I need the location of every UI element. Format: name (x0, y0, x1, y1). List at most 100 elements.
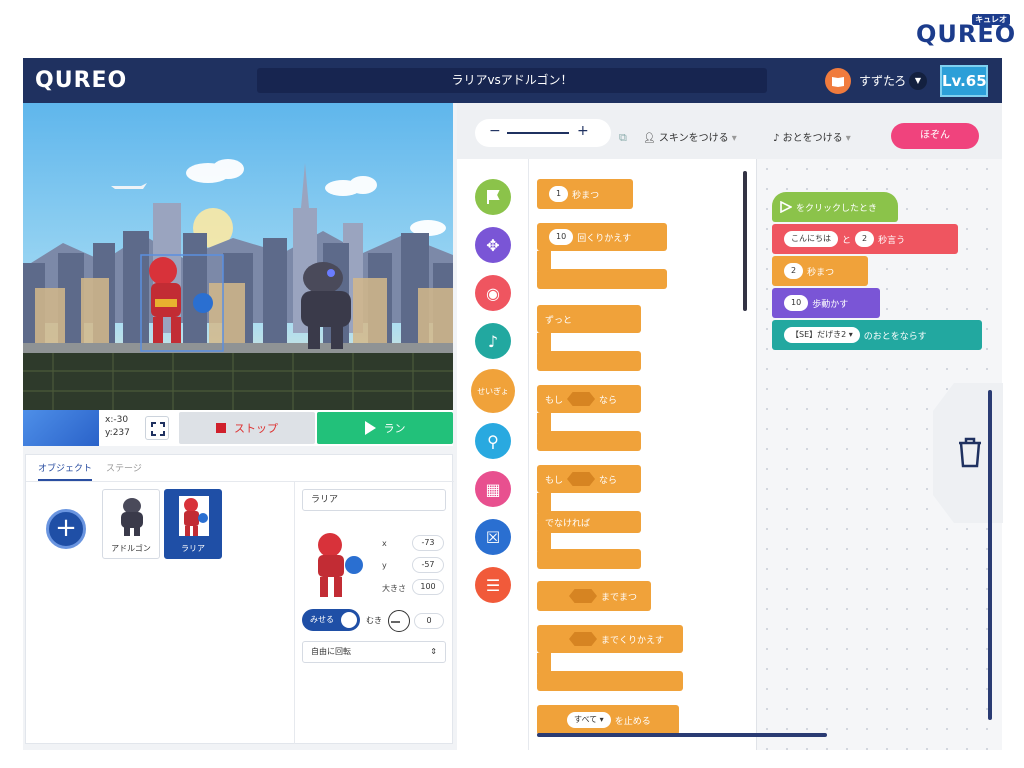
music-note-icon: ♪ (773, 133, 780, 144)
move-steps-input[interactable]: 10 (784, 295, 809, 311)
stop-target-select[interactable]: すべて ▾ (567, 712, 611, 728)
stop-button[interactable]: ストップ (179, 412, 315, 444)
ralia-thumbnail-icon (179, 496, 209, 536)
zoom-out-button[interactable]: − (489, 123, 501, 139)
add-object-button[interactable]: + (46, 509, 86, 549)
wait-seconds-input[interactable]: 2 (784, 263, 804, 279)
code-editor: − + ⧉ 👤︎ スキンをつける ▾ ♪ おとをつける ▾ ほぞん ✥ ◉ ♪ … (457, 103, 1003, 750)
project-title[interactable]: ラリアvsアドルゴン！ (257, 68, 767, 93)
sprite-label: ラリア (181, 544, 205, 553)
tab-object[interactable]: オブジェクト (38, 461, 93, 481)
direction-field[interactable]: 0 (414, 613, 444, 629)
rotation-style-value: 自由に回転 (311, 647, 351, 656)
mouse-x-readout: x:-30 (105, 415, 129, 425)
panel-divider (294, 482, 295, 744)
editor-toolbar: − + ⧉ 👤︎ スキンをつける ▾ ♪ おとをつける ▾ ほぞん (457, 103, 1002, 159)
x-field[interactable]: -73 (412, 535, 444, 551)
block-text: ずっと (545, 315, 573, 326)
category-event-flag-icon[interactable] (475, 179, 511, 215)
repeat-input[interactable]: 10 (549, 229, 574, 245)
category-variables-icon[interactable]: ☒ (475, 519, 511, 555)
block-categories: ✥ ◉ ♪ せいぎょ ⚲ ▦ ☒ ☰ (457, 159, 529, 750)
workspace-scrollbar-horizontal[interactable] (537, 733, 827, 737)
stage-controls: x:-30 y:237 ストップ ラン (23, 410, 453, 446)
block-text: と (842, 235, 852, 246)
zoom-slider[interactable] (507, 132, 569, 134)
block-play-sound[interactable]: 【SE】だげき2 ▾ のおとをならす (772, 320, 982, 350)
object-name-field[interactable]: ラリア (302, 489, 446, 511)
tab-stage[interactable]: ステージ (106, 461, 142, 474)
rotation-style-select[interactable]: 自由に回転 ⇕ (302, 641, 446, 663)
x-label: x (382, 539, 387, 548)
caret-down-icon: ▾ (731, 133, 737, 144)
add-skin-button[interactable]: 👤︎ スキンをつける ▾ (643, 129, 737, 144)
user-avatar[interactable] (825, 68, 851, 94)
trash-drop-zone[interactable] (933, 383, 1003, 523)
say-seconds-input[interactable]: 2 (855, 231, 875, 247)
ardolgon-thumbnail-icon (121, 498, 143, 536)
block-when-flag-clicked[interactable]: をクリックしたとき (772, 192, 898, 222)
sound-select[interactable]: 【SE】だげき2 ▾ (784, 327, 860, 343)
sprite-card-ardolgon[interactable]: アドルゴン (102, 489, 160, 559)
save-button[interactable]: ほぞん (891, 123, 979, 149)
stage-canvas[interactable] (23, 103, 453, 410)
category-list-icon[interactable]: ☰ (475, 567, 511, 603)
block-text: もし (545, 475, 564, 486)
run-button[interactable]: ラン (317, 412, 453, 444)
zoom-control: − + (475, 119, 611, 147)
block-text: もし (545, 395, 564, 406)
block-text: 歩動かす (812, 299, 849, 310)
block-text: のおとをならす (863, 331, 927, 342)
block-stop[interactable]: すべて ▾ を止める (537, 705, 679, 735)
block-text: までまつ (601, 592, 638, 603)
palette-scrollbar[interactable] (743, 171, 747, 311)
category-move-icon[interactable]: ✥ (475, 227, 511, 263)
category-looks-icon[interactable]: ◉ (475, 275, 511, 311)
block-repeat-until[interactable]: までくりかえす (537, 625, 683, 693)
block-text: 秒まつ (572, 190, 600, 201)
show-label: みせる (310, 615, 334, 624)
direction-dial[interactable] (388, 610, 410, 632)
eye-icon (341, 612, 357, 628)
block-move[interactable]: 10 歩動かす (772, 288, 880, 318)
show-toggle[interactable]: みせる (302, 609, 360, 631)
block-text: 回くりかえす (577, 233, 632, 244)
category-sensing-search-icon[interactable]: ⚲ (475, 423, 511, 459)
wait-input[interactable]: 1 (549, 186, 569, 202)
select-arrows-icon: ⇕ (430, 647, 437, 656)
flag-icon (780, 201, 792, 213)
sprite-card-ralia[interactable]: ラリア (164, 489, 222, 559)
add-sound-button[interactable]: ♪ おとをつける ▾ (773, 129, 851, 144)
block-repeat[interactable]: 10 回くりかえす (537, 223, 667, 291)
size-label: 大きさ (382, 584, 406, 593)
category-sound-icon[interactable]: ♪ (475, 323, 511, 359)
block-text: を止める (614, 716, 651, 727)
person-icon: 👤︎ (643, 133, 656, 144)
block-say[interactable]: こんにちは と 2 秒言う (772, 224, 958, 254)
workspace-scrollbar-vertical[interactable] (988, 390, 992, 720)
user-menu-caret-icon[interactable]: ▼ (909, 72, 927, 90)
stage-thumbnail[interactable] (23, 410, 99, 446)
block-wait-until[interactable]: までまつ (537, 581, 651, 611)
category-control[interactable]: せいぎょ (471, 369, 515, 413)
block-if[interactable]: もし なら (537, 385, 641, 453)
block-wait[interactable]: 1 秒まつ (537, 179, 633, 209)
user-name[interactable]: すずたろ (859, 72, 906, 89)
corner-brand-logo: キュレオ QUREO (916, 14, 1015, 48)
app-logo[interactable]: QUREO (35, 68, 127, 93)
block-text: 秒言う (878, 235, 906, 246)
copy-icon[interactable]: ⧉ (619, 131, 627, 145)
zoom-in-button[interactable]: + (577, 123, 589, 139)
stop-label: ストップ (234, 422, 278, 435)
fullscreen-button[interactable] (145, 416, 169, 440)
block-palette: 1 秒まつ 10 回くりかえす ずっと もし なら もし なら でなければ まで… (529, 159, 754, 750)
y-field[interactable]: -57 (412, 557, 444, 573)
size-field[interactable]: 100 (412, 579, 444, 595)
mouse-y-readout: y:237 (105, 428, 130, 438)
category-operators-calc-icon[interactable]: ▦ (475, 471, 511, 507)
say-text-input[interactable]: こんにちは (784, 231, 838, 247)
block-wait-script[interactable]: 2 秒まつ (772, 256, 868, 286)
block-forever[interactable]: ずっと (537, 305, 641, 373)
block-if-else[interactable]: もし なら でなければ (537, 465, 641, 569)
level-badge: Lv.65 (940, 65, 988, 97)
